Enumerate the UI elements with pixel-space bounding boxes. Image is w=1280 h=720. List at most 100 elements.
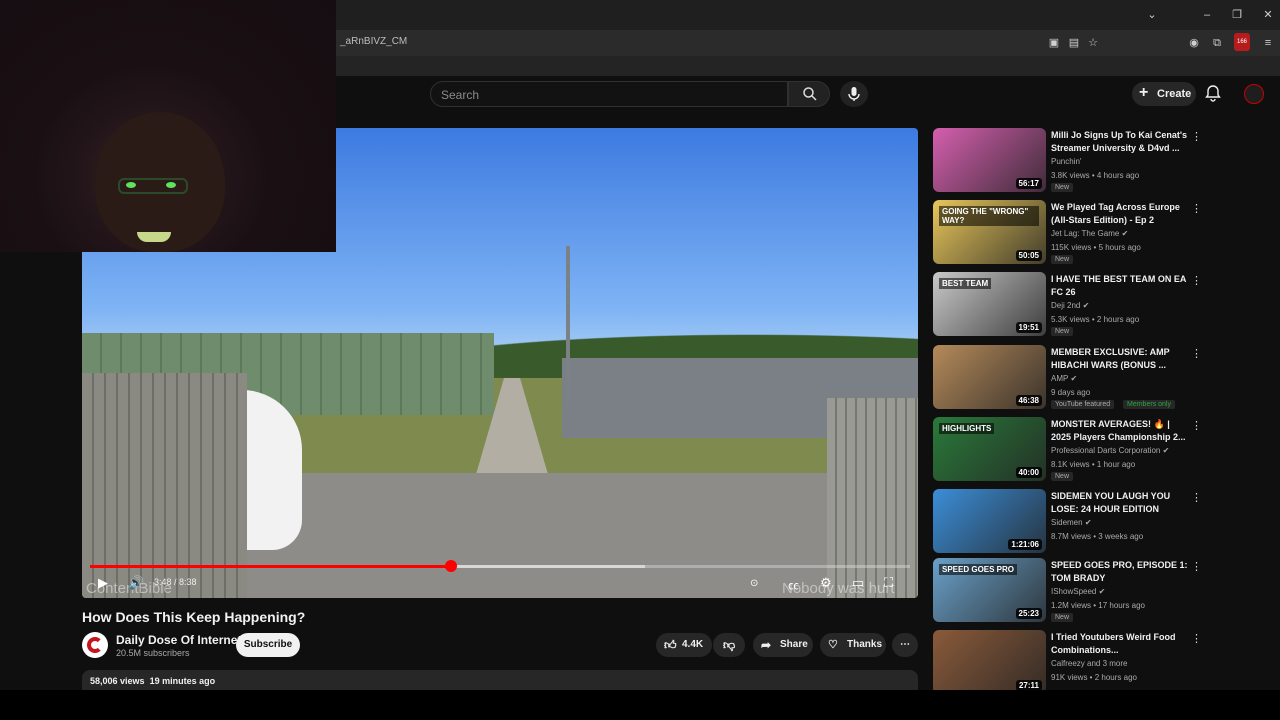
recommendation-item[interactable]: 56:17 Milli Jo Signs Up To Kai Cenat's St…	[933, 128, 1203, 192]
view-count: 58,006 views	[90, 676, 145, 686]
reader-icon[interactable]: ▤	[1066, 35, 1082, 51]
more-actions-button[interactable]: ⋯	[892, 633, 918, 657]
recommendation-meta: 3.8K views • 4 hours ago	[1051, 171, 1140, 180]
recommendation-item[interactable]: GOING THE "WRONG" WAY? 50:05 We Played Tag…	[933, 200, 1203, 264]
recommendation-thumbnail[interactable]: 1:21:06	[933, 489, 1046, 553]
duration-badge: 1:21:06	[1008, 539, 1042, 550]
recommendation-meta: 8.7M views • 3 weeks ago	[1051, 532, 1144, 541]
recommendation-item[interactable]: 46:38 MEMBER EXCLUSIVE: AMP HIBACHI WARS …	[933, 345, 1203, 409]
recommendation-item[interactable]: 1:21:06 SIDEMEN YOU LAUGH YOU LOSE: 24 HO…	[933, 489, 1203, 553]
recommendation-channel[interactable]: Sidemen ✔	[1051, 518, 1092, 527]
minimize-button[interactable]: –	[1199, 7, 1215, 23]
autoplay-toggle[interactable]: ⊙	[750, 578, 758, 589]
recommendation-title[interactable]: MEMBER EXCLUSIVE: AMP HIBACHI WARS (BONU…	[1051, 346, 1191, 372]
more-vert-icon[interactable]: ⋮	[1191, 632, 1202, 645]
more-vert-icon[interactable]: ⋮	[1191, 202, 1202, 215]
recommendation-item[interactable]: BEST TEAM 19:51 I HAVE THE BEST TEAM ON EA…	[933, 272, 1203, 336]
volume-icon[interactable]: 🔊	[128, 575, 144, 591]
recommendation-thumbnail[interactable]: 56:17	[933, 128, 1046, 192]
webcam-eye-left	[126, 182, 136, 188]
url-text[interactable]: _aRnBIVZ_CM	[340, 36, 407, 47]
extensions-icon[interactable]: ⧉	[1209, 35, 1225, 51]
recommendation-thumbnail[interactable]: 27:11	[933, 630, 1046, 694]
create-button[interactable]: + Create	[1132, 82, 1196, 106]
description-box[interactable]: 58,006 views 19 minutes ago	[82, 670, 918, 690]
search-button[interactable]	[788, 81, 830, 107]
account-avatar[interactable]	[1244, 84, 1264, 104]
recommendation-thumbnail[interactable]: GOING THE "WRONG" WAY? 50:05	[933, 200, 1046, 264]
channel-name[interactable]: Daily Dose Of Internet	[116, 633, 241, 647]
recommendation-thumbnail[interactable]: BEST TEAM 19:51	[933, 272, 1046, 336]
thumbnail-text: HIGHLIGHTS	[939, 423, 995, 434]
search-input[interactable]: Search	[430, 81, 788, 107]
recommendation-channel[interactable]: Jet Lag: The Game ✔	[1051, 229, 1128, 238]
dislike-button[interactable]: 👎︎	[713, 633, 745, 657]
theater-icon[interactable]: ▭	[852, 575, 864, 591]
more-vert-icon[interactable]: ⋮	[1191, 419, 1202, 432]
recommendation-channel[interactable]: Punchin'	[1051, 157, 1081, 166]
more-vert-icon[interactable]: ⋮	[1191, 491, 1202, 504]
recommendation-thumbnail[interactable]: HIGHLIGHTS 40:00	[933, 417, 1046, 481]
menu-icon[interactable]: ≡	[1260, 35, 1276, 51]
channel-avatar[interactable]	[82, 632, 108, 658]
play-icon[interactable]: ▶	[98, 575, 108, 591]
tab-list-chevron-icon[interactable]: ⌄	[1144, 7, 1160, 23]
extension-badge[interactable]: 166	[1234, 33, 1250, 51]
search-placeholder: Search	[441, 88, 480, 102]
recommendation-thumbnail[interactable]: 46:38	[933, 345, 1046, 409]
recommendation-title[interactable]: I HAVE THE BEST TEAM ON EA FC 26	[1051, 273, 1191, 299]
recommendation-item[interactable]: HIGHLIGHTS 40:00 MONSTER AVERAGES! 🔥 | 202…	[933, 417, 1203, 481]
recommendation-item[interactable]: 27:11 I Tried Youtubers Weird Food Combin…	[933, 630, 1203, 694]
mic-icon	[848, 87, 860, 101]
recommendation-title[interactable]: SIDEMEN YOU LAUGH YOU LOSE: 24 HOUR EDIT…	[1051, 490, 1191, 516]
more-vert-icon[interactable]: ⋮	[1191, 130, 1202, 143]
verified-icon: ✔	[1082, 301, 1090, 310]
taskbar	[0, 690, 1280, 720]
recommendation-title[interactable]: Milli Jo Signs Up To Kai Cenat's Streame…	[1051, 129, 1191, 155]
pip-icon[interactable]: ▣	[1046, 35, 1062, 51]
recommendation-title[interactable]: I Tried Youtubers Weird Food Combination…	[1051, 631, 1191, 657]
captions-icon[interactable]: ㏄	[788, 577, 799, 593]
fullscreen-icon[interactable]: ⛶	[884, 575, 893, 591]
recommendation-channel[interactable]: Calfreezy and 3 more	[1051, 659, 1127, 668]
channel-label: Professional Darts Corporation	[1051, 446, 1161, 455]
recommendation-title[interactable]: MONSTER AVERAGES! 🔥 | 2025 Players Champ…	[1051, 418, 1191, 444]
close-window-button[interactable]: ✕	[1260, 7, 1276, 23]
duration-badge: 25:23	[1015, 608, 1042, 619]
duration-badge: 46:38	[1015, 395, 1042, 406]
share-button[interactable]: ➦ Share	[753, 633, 813, 657]
thumbs-up-icon: 👍︎	[664, 638, 677, 652]
search-icon	[803, 87, 817, 101]
recommendation-thumbnail[interactable]: SPEED GOES PRO 25:23	[933, 558, 1046, 622]
more-vert-icon[interactable]: ⋮	[1191, 347, 1202, 360]
video-frame-streetlight	[566, 246, 570, 406]
settings-icon[interactable]: ⚙	[820, 575, 832, 591]
more-vert-icon[interactable]: ⋮	[1191, 560, 1202, 573]
subscribe-button[interactable]: Subscribe	[236, 633, 300, 657]
recommendation-title[interactable]: We Played Tag Across Europe (All-Stars E…	[1051, 201, 1191, 227]
recommendation-channel[interactable]: AMP ✔	[1051, 374, 1077, 383]
restore-button[interactable]: ❐	[1229, 7, 1245, 23]
notifications-button[interactable]	[1204, 84, 1224, 104]
more-vert-icon[interactable]: ⋮	[1191, 274, 1202, 287]
channel-label: Calfreezy and 3 more	[1051, 659, 1128, 668]
voice-search-button[interactable]	[840, 81, 868, 107]
duration-badge: 40:00	[1015, 467, 1042, 478]
thanks-button[interactable]: ♡ Thanks	[820, 633, 886, 657]
like-button[interactable]: 👍︎ 4.4K	[656, 633, 712, 657]
progress-scrubber[interactable]	[444, 560, 457, 572]
bookmark-star-icon[interactable]: ☆	[1085, 35, 1101, 51]
account-icon[interactable]: ◉	[1186, 35, 1202, 51]
recommendation-badge: New	[1051, 255, 1074, 264]
recommendation-meta: 5.3K views • 2 hours ago	[1051, 315, 1140, 324]
recommendation-meta: 91K views • 2 hours ago	[1051, 673, 1137, 682]
plus-icon: +	[1139, 84, 1149, 101]
recommendation-channel[interactable]: Professional Darts Corporation ✔	[1051, 446, 1169, 455]
recommendation-channel[interactable]: IShowSpeed ✔	[1051, 587, 1105, 596]
recommendation-meta: 9 days ago	[1051, 388, 1091, 397]
progress-bar[interactable]	[90, 560, 910, 572]
recommendation-channel[interactable]: Deji 2nd ✔	[1051, 301, 1089, 310]
recommendation-item[interactable]: SPEED GOES PRO 25:23 SPEED GOES PRO, EPISO…	[933, 558, 1203, 622]
recommendation-title[interactable]: SPEED GOES PRO, EPISODE 1: TOM BRADY	[1051, 559, 1191, 585]
members-only-badge: Members only	[1123, 400, 1175, 409]
